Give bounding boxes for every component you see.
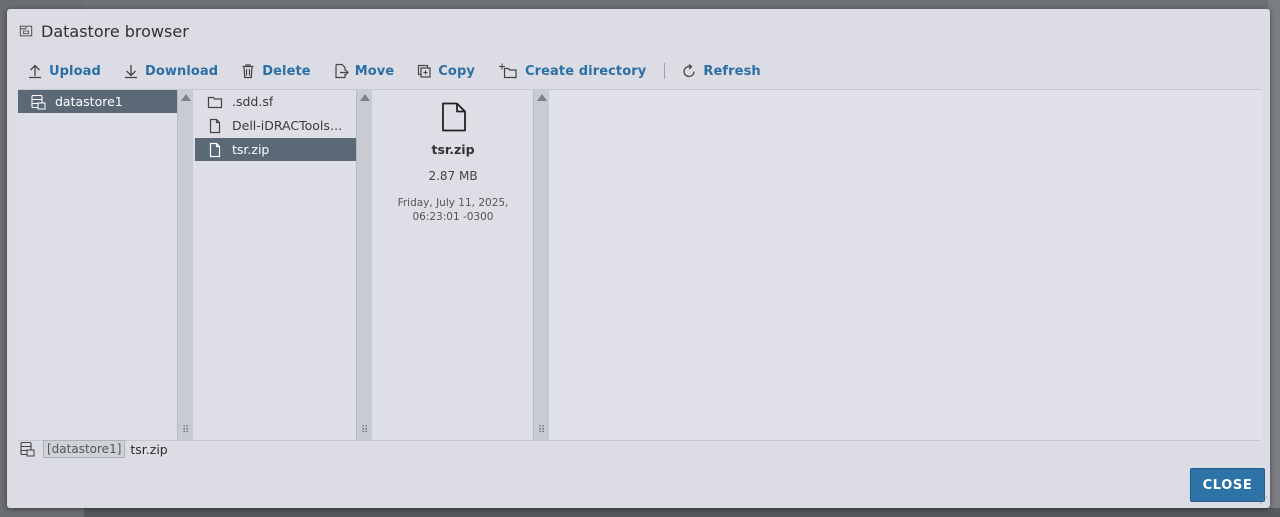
upload-button[interactable]: Upload <box>27 63 101 79</box>
copy-label: Copy <box>438 63 475 79</box>
file-icon <box>209 142 221 157</box>
empty-column <box>549 90 1261 440</box>
datastore-item[interactable]: datastore1 <box>18 90 177 113</box>
refresh-label: Refresh <box>703 63 761 79</box>
toolbar-divider <box>664 63 666 79</box>
resize-handle-icon[interactable]: ⋰ <box>1259 496 1268 506</box>
file-large-icon <box>442 102 466 132</box>
file-list-column: .sdd.sf Dell-iDRACTools-... tsr.zip <box>195 90 356 440</box>
preview-column-scrollbar[interactable]: ⠿ <box>533 90 549 440</box>
new-folder-icon <box>498 63 517 79</box>
dialog-header: Datastore browser <box>19 20 189 42</box>
scroll-up-arrow-icon[interactable] <box>181 94 191 101</box>
delete-label: Delete <box>262 63 311 79</box>
column-resize-grip-icon[interactable]: ⠿ <box>361 426 368 436</box>
path-datastore-tag: [datastore1] <box>43 440 126 458</box>
column-resize-grip-icon[interactable]: ⠿ <box>538 426 545 436</box>
list-item[interactable]: .sdd.sf <box>195 90 356 113</box>
preview-file-size: 2.87 MB <box>428 169 478 183</box>
scroll-up-arrow-icon[interactable] <box>537 94 547 101</box>
copy-icon <box>418 64 431 78</box>
datastore-browser-icon <box>19 25 33 37</box>
create-directory-label: Create directory <box>524 63 647 79</box>
move-button[interactable]: Move <box>333 63 395 79</box>
datastore-column: datastore1 <box>18 90 177 440</box>
download-button[interactable]: Download <box>123 63 218 79</box>
file-preview-column: tsr.zip 2.87 MB Friday, July 11, 2025, 0… <box>373 90 533 440</box>
refresh-icon <box>683 64 696 78</box>
dialog-title: Datastore browser <box>41 21 189 41</box>
column-resize-grip-icon[interactable]: ⠿ <box>182 426 189 436</box>
close-button[interactable]: CLOSE <box>1190 468 1265 502</box>
file-list-scrollbar[interactable]: ⠿ <box>356 90 372 440</box>
path-file-name: tsr.zip <box>130 441 168 457</box>
list-item[interactable]: tsr.zip <box>195 138 356 161</box>
preview-file-name: tsr.zip <box>431 142 475 157</box>
upload-icon <box>29 64 41 79</box>
datastore-icon <box>31 94 46 109</box>
file-browser: datastore1 ⠿ .sdd.sf Dell-iDRACTools-... <box>18 89 1261 441</box>
preview-time-line: 06:23:01 -0300 <box>412 211 494 223</box>
download-label: Download <box>144 63 219 79</box>
copy-button[interactable]: Copy <box>416 63 475 79</box>
upload-label: Upload <box>49 63 101 79</box>
trash-icon <box>242 64 254 79</box>
create-directory-button[interactable]: Create directory <box>497 63 646 79</box>
preview-date-line: Friday, July 11, 2025, <box>397 197 509 209</box>
move-icon <box>335 63 349 79</box>
datastore-browser-dialog: Datastore browser Upload Download Delete <box>7 9 1270 508</box>
file-name: .sdd.sf <box>232 94 274 109</box>
datastore-name: datastore1 <box>55 94 123 109</box>
folder-icon <box>207 96 223 108</box>
move-label: Move <box>354 63 395 79</box>
background-app-bottom <box>84 508 1280 517</box>
delete-button[interactable]: Delete <box>240 63 311 79</box>
download-icon <box>124 65 137 79</box>
refresh-button[interactable]: Refresh <box>681 63 761 79</box>
datastore-icon <box>20 441 35 457</box>
scroll-up-arrow-icon[interactable] <box>360 94 370 101</box>
path-bar: [datastore1] tsr.zip <box>19 439 168 459</box>
file-name: tsr.zip <box>232 142 270 157</box>
preview-modified-date: Friday, July 11, 2025, 06:23:01 -0300 <box>373 196 533 224</box>
browser-toolbar: Upload Download Delete Move Copy Create … <box>27 60 783 82</box>
file-icon <box>209 118 221 133</box>
file-name: Dell-iDRACTools-... <box>232 118 344 133</box>
datastore-column-scrollbar[interactable]: ⠿ <box>177 90 193 440</box>
list-item[interactable]: Dell-iDRACTools-... <box>195 114 356 137</box>
